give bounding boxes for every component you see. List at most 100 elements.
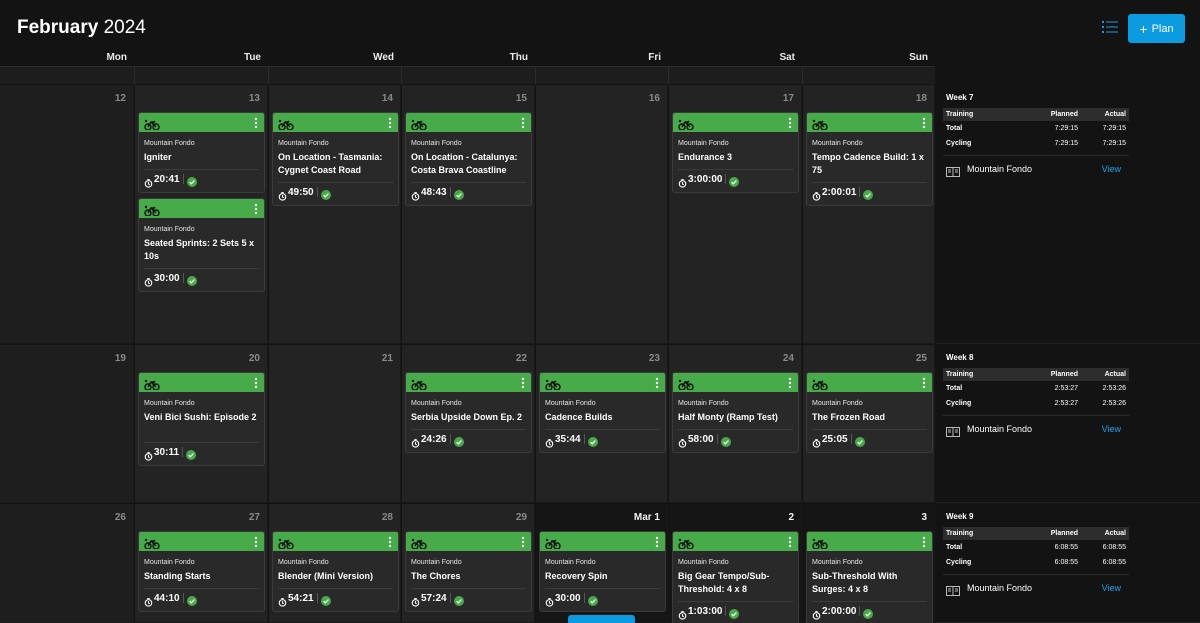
view-plan-link[interactable]: View xyxy=(1102,583,1121,593)
more-options-button[interactable] xyxy=(254,116,258,129)
more-options-button[interactable] xyxy=(254,376,258,389)
clock-icon xyxy=(678,178,687,188)
clock-icon xyxy=(411,438,420,448)
list-view-button[interactable] xyxy=(1102,20,1120,36)
day-cell[interactable]: 27 Mountain Fondo Standing Starts 44:10 xyxy=(135,504,268,623)
add-workout-button[interactable] xyxy=(568,615,635,623)
workout-duration: 20:41 xyxy=(154,173,180,185)
day-number: 23 xyxy=(648,353,660,364)
more-options-button[interactable] xyxy=(521,535,525,548)
day-cell[interactable]: 3 Mountain Fondo Sub-Threshold With Surges… xyxy=(803,504,935,623)
summary-cell: 6:08:55 xyxy=(1054,559,1078,566)
divider xyxy=(182,593,184,603)
check-icon-wrap xyxy=(320,187,331,200)
more-options-button[interactable] xyxy=(521,116,525,129)
clock-icon-wrap xyxy=(545,435,554,448)
check-icon-wrap xyxy=(854,434,865,447)
clock-icon-wrap xyxy=(545,594,554,607)
day-number: 25 xyxy=(915,353,927,364)
workout-card[interactable]: Mountain Fondo Serbia Upside Down Ep. 2 24… xyxy=(405,372,532,453)
more-options-button[interactable] xyxy=(788,376,792,389)
book-icon-wrap xyxy=(946,164,960,177)
workout-card[interactable]: Mountain Fondo Igniter 20:41 xyxy=(138,112,265,193)
day-cell[interactable]: 14 Mountain Fondo On Location - Tasmania: … xyxy=(269,85,401,344)
clock-icon xyxy=(411,597,420,607)
workout-card-header xyxy=(807,532,932,551)
workout-title: Tempo Cadence Build: 1 x 75 xyxy=(812,152,924,175)
day-cell[interactable]: 20 Mountain Fondo Veni Bici Sushi: Episode… xyxy=(135,345,268,503)
day-cell[interactable]: 12 xyxy=(0,85,134,344)
workout-title: Igniter xyxy=(144,152,172,162)
workout-card[interactable]: Mountain Fondo Recovery Spin 30:00 xyxy=(539,531,666,612)
day-cell[interactable]: 24 Mountain Fondo Half Monty (Ramp Test) 58… xyxy=(669,345,802,503)
plan-button[interactable]: + Plan xyxy=(1128,14,1185,43)
workout-card-header xyxy=(807,373,932,392)
summary-cell: 7:29:15 xyxy=(1054,140,1078,147)
more-options-button[interactable] xyxy=(922,116,926,129)
workout-title: Veni Bici Sushi: Episode 2 xyxy=(144,412,257,422)
more-options-button[interactable] xyxy=(788,116,792,129)
day-cell[interactable]: 26 xyxy=(0,504,134,623)
year-label: 2024 xyxy=(103,17,146,38)
more-options-button[interactable] xyxy=(655,535,659,548)
check-icon xyxy=(587,596,598,606)
day-cell[interactable]: 23 Mountain Fondo Cadence Builds 35:44 xyxy=(536,345,668,503)
workout-footer: 30:00 xyxy=(545,588,660,607)
column-header: Actual xyxy=(1104,371,1126,378)
more-options-button[interactable] xyxy=(254,535,258,548)
workout-card[interactable]: Mountain Fondo Cadence Builds 35:44 xyxy=(539,372,666,453)
workout-footer: 3:00:00 xyxy=(678,169,793,188)
view-plan-link[interactable]: View xyxy=(1102,424,1121,434)
book-icon-wrap xyxy=(946,583,960,596)
workout-card[interactable]: Mountain Fondo Big Gear Tempo/Sub-Thresho… xyxy=(672,531,799,623)
workout-card[interactable]: Mountain Fondo Endurance 3 3:00:00 xyxy=(672,112,799,193)
workout-card-header xyxy=(406,113,531,132)
workout-card[interactable]: Mountain Fondo Sub-Threshold With Surges:… xyxy=(806,531,933,623)
divider xyxy=(583,593,585,603)
more-options-button[interactable] xyxy=(922,535,926,548)
bike-icon xyxy=(812,538,828,550)
day-cell[interactable]: 16 xyxy=(536,85,668,344)
day-cell[interactable]: 28 Mountain Fondo Blender (Mini Version) 54… xyxy=(269,504,401,623)
workout-card[interactable]: Mountain Fondo Veni Bici Sushi: Episode 2… xyxy=(138,372,265,466)
day-cell[interactable]: 19 xyxy=(0,345,134,503)
workout-card[interactable]: Mountain Fondo The Chores 57:24 xyxy=(405,531,532,612)
day-cell[interactable]: 21 xyxy=(269,345,401,503)
week-summary: Week 7 Training Planned Actual Total 7:29:15 7… xyxy=(936,85,1200,344)
workout-card[interactable]: Mountain Fondo Blender (Mini Version) 54:2… xyxy=(272,531,399,612)
day-cell[interactable]: 18 Mountain Fondo Tempo Cadence Build: 1 x… xyxy=(803,85,935,344)
bike-icon-wrap xyxy=(545,536,561,550)
more-options-button[interactable] xyxy=(388,535,392,548)
day-cell[interactable]: 2 Mountain Fondo Big Gear Tempo/Sub-Thresh… xyxy=(669,504,802,623)
workout-footer: 49:50 xyxy=(278,182,393,201)
more-options-button[interactable] xyxy=(655,376,659,389)
summary-cell: Total xyxy=(946,544,963,551)
day-cell[interactable]: 22 Mountain Fondo Serbia Upside Down Ep. 2… xyxy=(402,345,535,503)
check-icon xyxy=(453,596,464,606)
more-options-button[interactable] xyxy=(388,116,392,129)
divider xyxy=(859,606,861,616)
divider xyxy=(850,434,852,444)
more-options-button[interactable] xyxy=(254,202,258,215)
workout-card[interactable]: Mountain Fondo Tempo Cadence Build: 1 x 7… xyxy=(806,112,933,206)
more-options-button[interactable] xyxy=(521,376,525,389)
day-cell[interactable]: 17 Mountain Fondo Endurance 3 3:00:00 xyxy=(669,85,802,344)
day-cell[interactable]: 15 Mountain Fondo On Location - Catalunya:… xyxy=(402,85,535,344)
day-cell[interactable]: 29 Mountain Fondo The Chores 57:24 xyxy=(402,504,535,623)
view-plan-link[interactable]: View xyxy=(1102,164,1121,174)
workout-card[interactable]: Mountain Fondo On Location - Tasmania: Cy… xyxy=(272,112,399,206)
more-options-button[interactable] xyxy=(788,535,792,548)
workout-card[interactable]: Mountain Fondo On Location - Catalunya: C… xyxy=(405,112,532,206)
workout-card[interactable]: Mountain Fondo Seated Sprints: 2 Sets 5 x… xyxy=(138,198,265,292)
day-cell[interactable]: 25 Mountain Fondo The Frozen Road 25:05 xyxy=(803,345,935,503)
workout-card[interactable]: Mountain Fondo Standing Starts 44:10 xyxy=(138,531,265,612)
check-icon xyxy=(186,596,197,606)
day-cell[interactable]: Mar 1 Mountain Fondo Recovery Spin 30:00 xyxy=(536,504,668,623)
plan-name: Mountain Fondo xyxy=(967,163,1033,174)
more-options-button[interactable] xyxy=(922,376,926,389)
workout-card[interactable]: Mountain Fondo Half Monty (Ramp Test) 58:0… xyxy=(672,372,799,453)
workout-card[interactable]: Mountain Fondo The Frozen Road 25:05 xyxy=(806,372,933,453)
day-cell[interactable]: 13 Mountain Fondo Igniter 20:41 Mountain Fon… xyxy=(135,85,268,344)
workout-footer: 25:05 xyxy=(812,429,927,448)
month-name: February xyxy=(17,17,99,38)
